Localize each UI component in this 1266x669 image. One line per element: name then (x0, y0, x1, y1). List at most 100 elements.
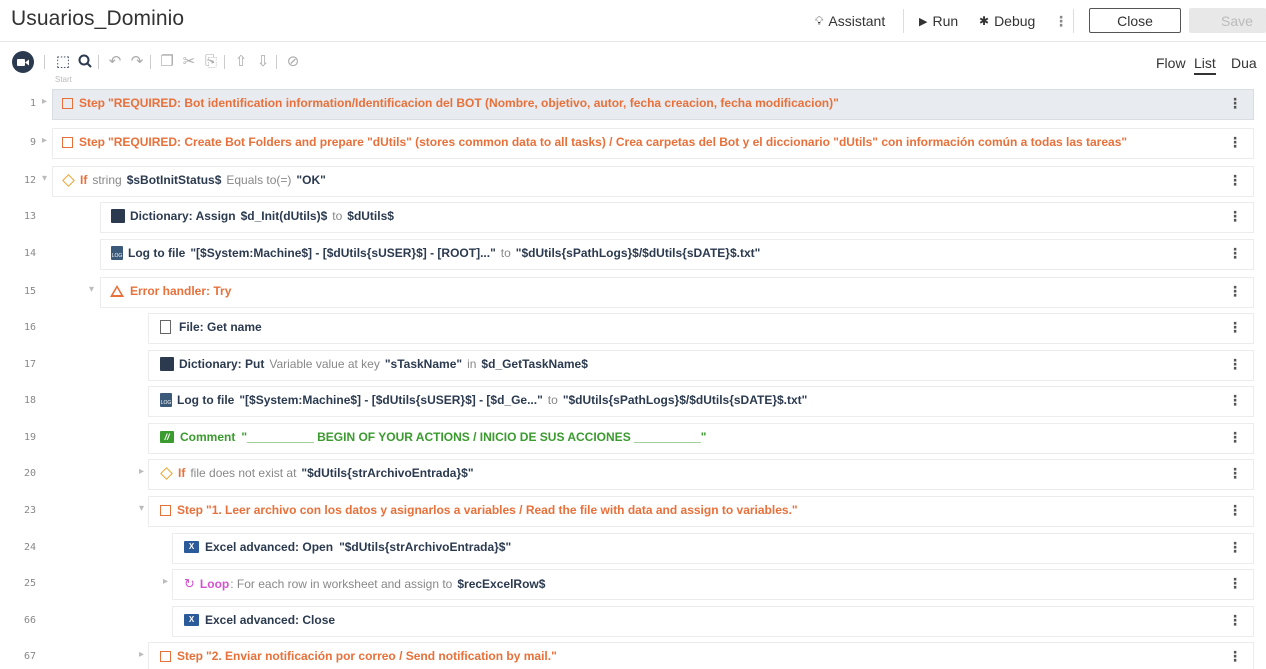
dictionary-icon (160, 357, 174, 371)
line-number: 20 (23, 468, 36, 479)
expand-chevron-icon[interactable]: ▸ (139, 649, 144, 660)
expand-chevron-icon[interactable]: ▸ (42, 135, 47, 146)
move-up-icon[interactable]: ⇧ (232, 52, 250, 70)
toolbar-divider (224, 55, 225, 69)
expand-chevron-icon[interactable]: ▸ (139, 466, 144, 477)
comment-icon: // (160, 431, 174, 443)
header-divider (903, 9, 904, 33)
action-row[interactable]: 14 LOG Log to file "[$System:Machine$] -… (0, 239, 1266, 270)
log-file-icon: LOG (160, 393, 172, 407)
line-number: 66 (23, 615, 36, 626)
action-row[interactable]: 18 LOG Log to file "[$System:Machine$] -… (0, 386, 1266, 417)
action-row[interactable]: 13 Dictionary: Assign $d_Init(dUtils)$ t… (0, 202, 1266, 233)
more-options-icon[interactable]: ⋮ (1054, 13, 1068, 30)
play-icon: ▶ (919, 15, 928, 28)
line-number: 18 (23, 395, 36, 406)
tab-dual[interactable]: Dua (1231, 55, 1257, 71)
row-menu-icon[interactable]: ⋮ (1228, 172, 1242, 189)
row-menu-icon[interactable]: ⋮ (1228, 612, 1242, 629)
paste-icon[interactable]: ⎘ (202, 52, 220, 70)
step-keyword: Step (79, 135, 106, 149)
action-row[interactable]: 17 Dictionary: Put Variable value at key… (0, 350, 1266, 381)
action-row[interactable]: 67 ▸ Step "2. Enviar notificación por co… (0, 642, 1266, 669)
editor-header: Usuarios_Dominio 💡︎ Assistant ▶ Run ✱ De… (0, 0, 1266, 42)
condition-icon (62, 173, 75, 187)
editor-toolbar: ⬚ ↶ ↷ ❐ ✂ ⎘ ⇧ ⇩ ⊘ Flow List Dua Start (0, 43, 1266, 84)
file-icon (160, 320, 171, 334)
action-row[interactable]: 15 ▾ Error handler: Try ⋮ (0, 277, 1266, 308)
line-number: 14 (23, 248, 36, 259)
header-divider-2 (1073, 9, 1074, 33)
row-menu-icon[interactable]: ⋮ (1228, 283, 1242, 300)
disable-icon[interactable]: ⊘ (284, 52, 302, 70)
record-button[interactable] (12, 51, 34, 73)
line-number: 15 (23, 286, 36, 297)
row-menu-icon[interactable]: ⋮ (1228, 356, 1242, 373)
line-number: 23 (23, 505, 36, 516)
line-number: 24 (23, 542, 36, 553)
expand-chevron-icon[interactable]: ▸ (42, 96, 47, 107)
log-file-icon: LOG (111, 246, 123, 260)
row-menu-icon[interactable]: ⋮ (1228, 208, 1242, 225)
row-menu-icon[interactable]: ⋮ (1228, 539, 1242, 556)
assistant-label: Assistant (828, 13, 886, 29)
row-menu-icon[interactable]: ⋮ (1228, 465, 1242, 482)
select-tool-icon[interactable]: ⬚ (54, 52, 72, 70)
save-button[interactable]: Save (1189, 8, 1266, 33)
undo-icon[interactable]: ↶ (106, 52, 124, 70)
line-number: 17 (23, 359, 36, 370)
action-row[interactable]: 1 ▸ Step "REQUIRED: Bot identification i… (0, 89, 1266, 120)
assistant-button[interactable]: 💡︎ Assistant (815, 13, 885, 29)
row-menu-icon[interactable]: ⋮ (1228, 95, 1242, 112)
row-menu-icon[interactable]: ⋮ (1228, 134, 1242, 151)
row-menu-icon[interactable]: ⋮ (1228, 245, 1242, 262)
action-row[interactable]: 12 ▾ If string $sBotInitStatus$ Equals t… (0, 166, 1266, 197)
collapse-chevron-icon[interactable]: ▾ (42, 173, 47, 184)
row-menu-icon[interactable]: ⋮ (1228, 392, 1242, 409)
action-row[interactable]: 19 // Comment "__________ BEGIN OF YOUR … (0, 423, 1266, 454)
redo-icon[interactable]: ↷ (128, 52, 146, 70)
line-number: 13 (23, 211, 36, 222)
tab-flow[interactable]: Flow (1156, 55, 1186, 71)
toolbar-divider (276, 55, 277, 69)
run-button[interactable]: ▶ Run (919, 13, 958, 29)
row-menu-icon[interactable]: ⋮ (1228, 429, 1242, 446)
row-menu-icon[interactable]: ⋮ (1228, 502, 1242, 519)
line-number: 16 (23, 322, 36, 333)
condition-icon (160, 466, 173, 480)
step-title: "REQUIRED: Create Bot Folders and prepar… (108, 135, 1128, 149)
action-row[interactable]: 66 X Excel advanced: Close ⋮ (0, 606, 1266, 637)
lightbulb-icon: 💡︎ (815, 13, 824, 28)
tab-list[interactable]: List (1194, 55, 1216, 75)
action-row[interactable]: 20 ▸ If file does not exist at "$dUtils{… (0, 459, 1266, 490)
collapse-chevron-icon[interactable]: ▾ (89, 284, 94, 295)
action-row[interactable]: 16 File: Get name ⋮ (0, 313, 1266, 344)
row-menu-icon[interactable]: ⋮ (1228, 319, 1242, 336)
excel-icon: X (184, 614, 199, 626)
step-icon (160, 504, 171, 516)
toolbar-divider (150, 55, 151, 69)
row-menu-icon[interactable]: ⋮ (1228, 575, 1242, 592)
video-icon (17, 58, 29, 66)
move-down-icon[interactable]: ⇩ (254, 52, 272, 70)
action-row[interactable]: 25 ▸ ↻ Loop : For each row in worksheet … (0, 569, 1266, 600)
collapse-chevron-icon[interactable]: ▾ (139, 503, 144, 514)
step-icon (62, 97, 73, 109)
start-label: Start (55, 75, 72, 84)
action-row[interactable]: 9 ▸ Step "REQUIRED: Create Bot Folders a… (0, 128, 1266, 159)
action-row[interactable]: 24 X Excel advanced: Open "$dUtils{strAr… (0, 533, 1266, 564)
if-keyword: If (80, 173, 88, 187)
row-menu-icon[interactable]: ⋮ (1228, 648, 1242, 665)
line-number: 19 (23, 432, 36, 443)
step-title: "REQUIRED: Bot identification informatio… (108, 96, 839, 110)
dictionary-icon (111, 209, 125, 223)
search-icon[interactable] (76, 52, 94, 70)
copy-icon[interactable]: ❐ (158, 52, 176, 70)
expand-chevron-icon[interactable]: ▸ (163, 576, 168, 587)
step-keyword: Step (79, 96, 106, 110)
step-icon (62, 136, 73, 148)
cut-icon[interactable]: ✂ (180, 52, 198, 70)
debug-button[interactable]: ✱ Debug (979, 13, 1035, 29)
action-row[interactable]: 23 ▾ Step "1. Leer archivo con los datos… (0, 496, 1266, 527)
close-button[interactable]: Close (1089, 8, 1181, 33)
